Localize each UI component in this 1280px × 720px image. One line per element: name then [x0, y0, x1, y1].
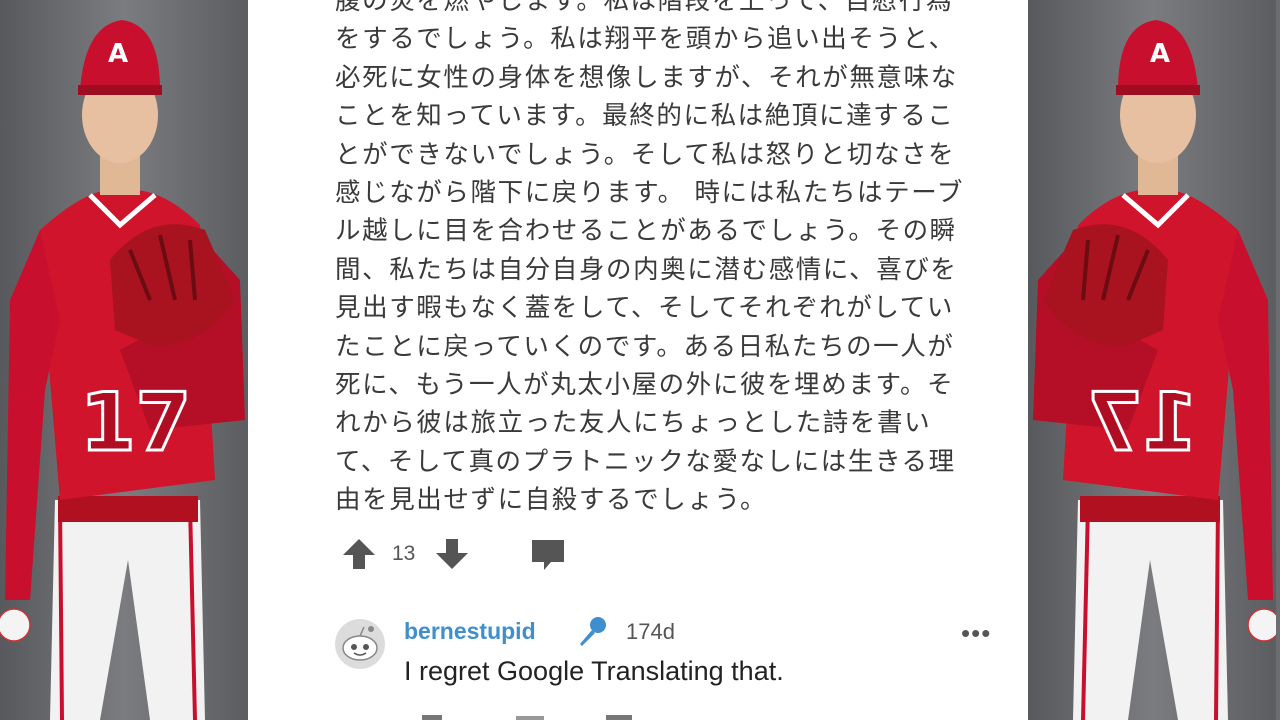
downvote-button[interactable]	[433, 535, 471, 573]
more-options-icon[interactable]: •••	[961, 618, 991, 649]
svg-text:A: A	[1150, 39, 1170, 69]
body-line: 死に、もう一人が丸太小屋の外に彼を埋めます。そ	[335, 370, 955, 401]
body-line: て、そして真のプラトニックな愛なしには生きる理	[335, 446, 956, 477]
svg-text:17: 17	[1087, 376, 1198, 469]
vote-count: 13	[392, 542, 416, 565]
body-line: をするでしょう。私は翔平を頭から追い出そうと、	[335, 24, 956, 55]
reply-comment: bernestupid 174d ••• I regret Google Tra…	[334, 614, 994, 720]
body-line: 感じながら階下に戻ります。 時には私たちはテーブ	[335, 178, 964, 209]
svg-text:17: 17	[80, 376, 191, 469]
comment-button[interactable]	[529, 535, 567, 573]
microphone-icon	[580, 617, 606, 646]
body-line: 間、私たちは自分自身の内奥に潜む感情に、喜びを	[335, 254, 958, 285]
body-line: 必死に女性の身体を想像しますが、それが無意味な	[335, 62, 958, 93]
next-action-bar-peek	[422, 715, 632, 720]
body-line: ことを知っています。最終的に私は絶頂に達するこ	[335, 101, 955, 132]
body-line: たことに戻っていくのです。ある日私たちの一人が	[335, 331, 955, 362]
comment-bubble-icon	[532, 540, 565, 570]
body-line: 腹の炎を燃やします。私は階段を上って、自慰行為	[335, 0, 954, 16]
reddit-post: 腹の炎を燃やします。私は階段を上って、自慰行為 をするでしょう。私は翔平を頭から…	[248, 0, 1028, 720]
downvote-arrow-icon	[436, 539, 469, 569]
body-line: 由を見出せずに自殺するでしょう。	[335, 485, 768, 516]
comment-age: 174d	[626, 619, 675, 644]
post-body: 腹の炎を燃やします。私は階段を上って、自慰行為 をするでしょう。私は翔平を頭から…	[335, 0, 985, 520]
player-photo-left: 17 A	[0, 0, 248, 720]
upvote-arrow-icon	[343, 539, 375, 569]
body-line: れから彼は旅立った友人にちょっとした詩を書い	[335, 408, 932, 439]
svg-text:A: A	[108, 39, 128, 69]
comment-username[interactable]: bernestupid	[404, 618, 536, 645]
snoo-avatar-icon[interactable]	[334, 618, 386, 670]
post-action-bar: 13	[340, 530, 567, 578]
upvote-button[interactable]	[340, 535, 378, 573]
comment-text: I regret Google Translating that.	[404, 656, 784, 686]
body-line: とができないでしょう。そして私は怒りと切なさを	[335, 139, 956, 170]
body-line: 見出す暇もなく蓋をして、そしてそれぞれがしてい	[335, 293, 954, 324]
body-line: ル越しに目を合わせることがあるでしょう。その瞬	[335, 216, 957, 247]
player-photo-right: 17 A	[1028, 0, 1276, 720]
